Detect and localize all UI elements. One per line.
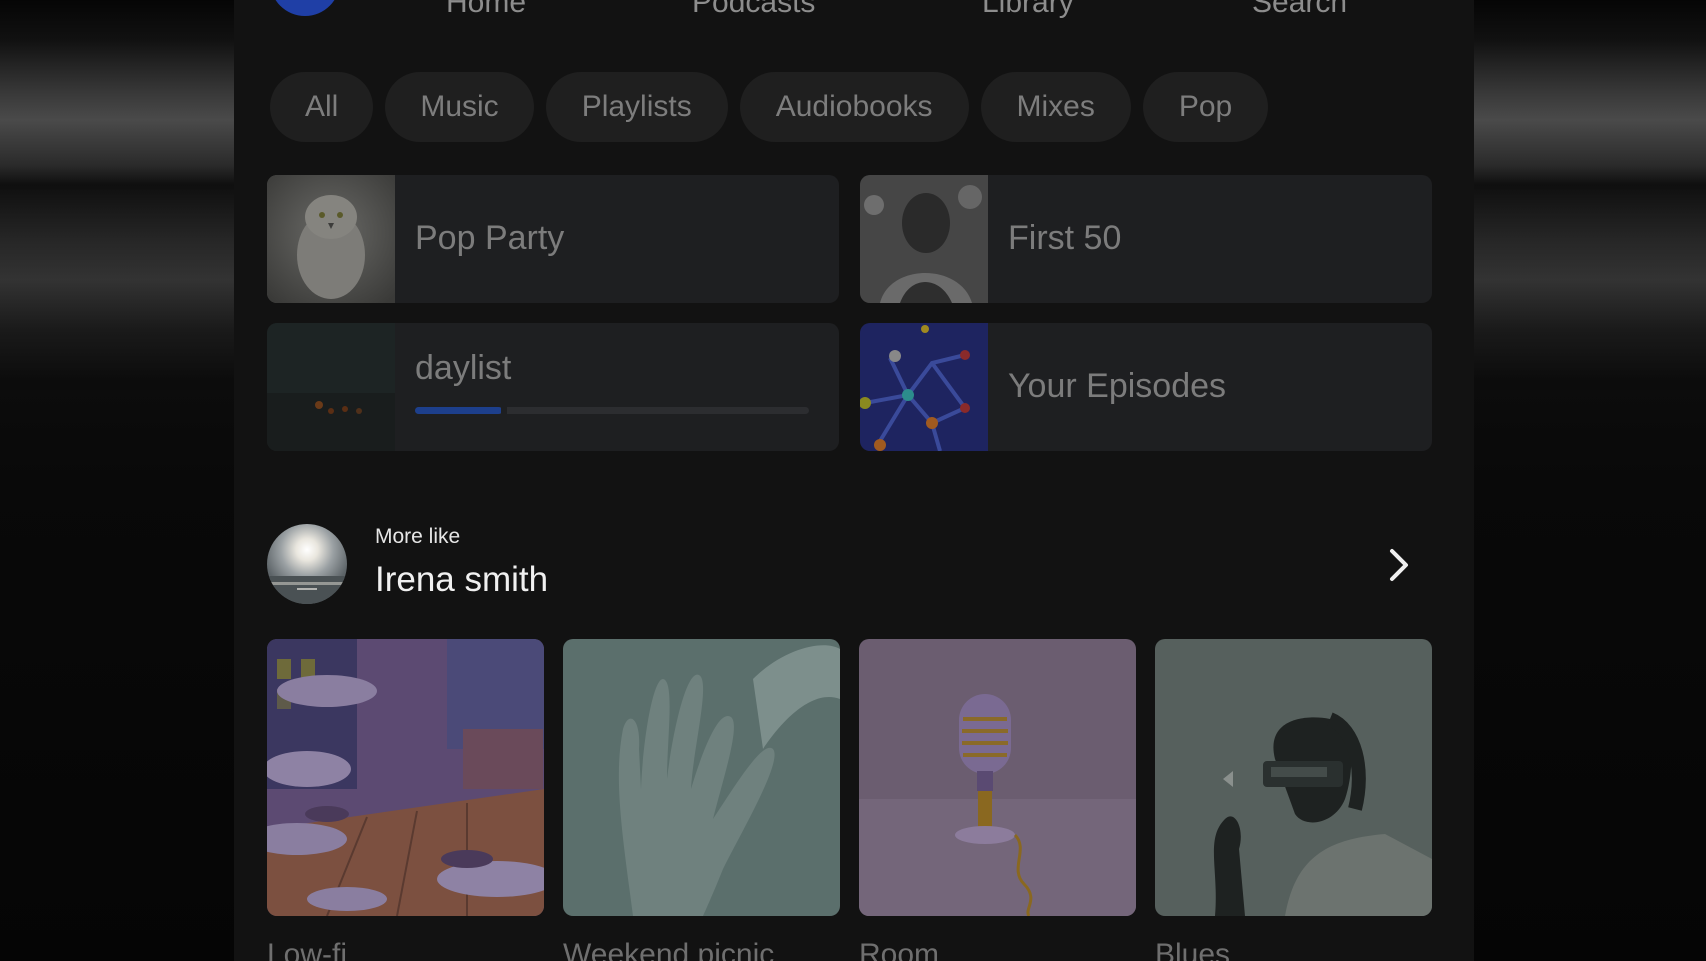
nav-home[interactable]: Home: [446, 0, 526, 20]
shortcut-title: Pop Party: [415, 219, 565, 257]
progress-gap: [500, 406, 507, 415]
portrait-artwork: [860, 175, 988, 303]
playlist-title: Blues: [1155, 938, 1231, 961]
background-right: [1474, 0, 1706, 961]
shortcut-title: Your Episodes: [1008, 367, 1227, 405]
nav-podcasts[interactable]: Podcasts: [692, 0, 815, 20]
artist-avatar[interactable]: [267, 524, 347, 604]
shortcut-title: daylist: [415, 349, 512, 387]
owl-artwork: [267, 175, 395, 303]
shortcut-pop-party[interactable]: Pop Party: [267, 175, 839, 303]
chip-pop[interactable]: Pop: [1142, 72, 1269, 142]
profile-avatar[interactable]: [270, 0, 340, 16]
shortcut-daylist[interactable]: daylist: [267, 323, 839, 451]
section-next-button[interactable]: [1374, 540, 1424, 590]
nav-library[interactable]: Library: [982, 0, 1074, 20]
daylist-progress-bar: [415, 406, 809, 415]
section-artist-name[interactable]: Irena smith: [375, 560, 548, 600]
section-label: More like: [375, 525, 461, 548]
filter-chips: All Music Playlists Audiobooks Mixes Pop: [270, 72, 1269, 142]
background-left: [0, 0, 234, 961]
shortcut-title: First 50: [1008, 219, 1122, 257]
playlist-tile-weekend-picnic[interactable]: [563, 639, 840, 916]
chip-mixes[interactable]: Mixes: [980, 72, 1131, 142]
episodes-artwork: [860, 323, 988, 451]
playlist-title: Low-fi: [267, 938, 348, 961]
chevron-right-icon: [1390, 549, 1408, 581]
music-app: Home Podcasts Library Search All Music P…: [234, 0, 1474, 961]
progress-fill: [415, 407, 502, 414]
shortcut-your-episodes[interactable]: Your Episodes: [860, 323, 1432, 451]
microphone-illustration: [859, 639, 1136, 916]
playlist-title: Room: [859, 938, 940, 961]
room-illustration: [267, 639, 544, 916]
hand-illustration: [563, 639, 840, 916]
playlist-title: Weekend picnic: [563, 938, 775, 961]
daylist-artwork: [267, 323, 395, 451]
sunset-artwork: [267, 524, 347, 604]
chip-playlists[interactable]: Playlists: [545, 72, 728, 142]
playlist-tile-low-fi[interactable]: [267, 639, 544, 916]
playlist-tile-room[interactable]: [859, 639, 1136, 916]
shortcut-first-50[interactable]: First 50: [860, 175, 1432, 303]
nav-search[interactable]: Search: [1252, 0, 1347, 20]
playlist-tile-blues[interactable]: [1155, 639, 1432, 916]
chip-music[interactable]: Music: [385, 72, 534, 142]
headset-person-illustration: [1155, 639, 1432, 916]
chip-all[interactable]: All: [270, 72, 374, 142]
chip-audiobooks[interactable]: Audiobooks: [739, 72, 969, 142]
